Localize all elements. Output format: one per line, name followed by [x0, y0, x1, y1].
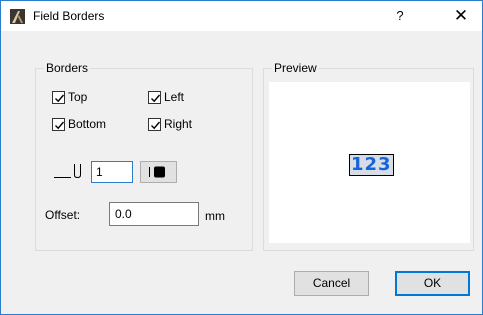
checkmark-icon	[55, 121, 65, 129]
checkbox-bottom-box[interactable]	[52, 117, 65, 131]
offset-label: Offset:	[45, 208, 81, 222]
preview-group: Preview 123	[263, 61, 474, 251]
checkbox-right-label: Right	[164, 117, 193, 131]
line-thickness-input[interactable]	[91, 161, 133, 183]
help-button[interactable]: ?	[387, 4, 413, 28]
checkbox-left-box[interactable]	[148, 90, 161, 104]
checkbox-bottom[interactable]: Bottom	[52, 116, 106, 132]
window-title: Field Borders	[33, 9, 105, 23]
field-borders-dialog: Field Borders ? ✕ Borders Top Left Botto…	[0, 0, 483, 315]
pen-color-button[interactable]	[140, 161, 177, 183]
close-button[interactable]: ✕	[448, 4, 474, 28]
checkmark-icon	[55, 94, 65, 102]
checkmark-icon	[151, 94, 161, 102]
offset-unit-label: mm	[205, 209, 225, 223]
checkmark-icon	[151, 121, 161, 129]
line-thickness-icon	[54, 163, 86, 179]
checkbox-top-box[interactable]	[52, 90, 65, 104]
checkbox-right[interactable]: Right	[148, 116, 192, 132]
preview-sample-text: 123	[349, 154, 394, 176]
preview-area: 123	[269, 82, 470, 243]
checkbox-top[interactable]: Top	[52, 89, 87, 105]
checkbox-bottom-label: Bottom	[68, 117, 107, 131]
borders-group-label: Borders	[44, 61, 91, 75]
checkbox-left-label: Left	[164, 90, 185, 104]
app-icon	[10, 9, 25, 24]
title-bar[interactable]: Field Borders ? ✕	[1, 1, 482, 31]
checkbox-right-box[interactable]	[148, 117, 161, 131]
cancel-button[interactable]: Cancel	[294, 271, 369, 296]
checkbox-top-label: Top	[68, 90, 88, 104]
ok-button[interactable]: OK	[395, 271, 470, 296]
checkbox-left[interactable]: Left	[148, 89, 184, 105]
offset-input[interactable]	[109, 202, 199, 226]
preview-group-label: Preview	[272, 61, 319, 75]
